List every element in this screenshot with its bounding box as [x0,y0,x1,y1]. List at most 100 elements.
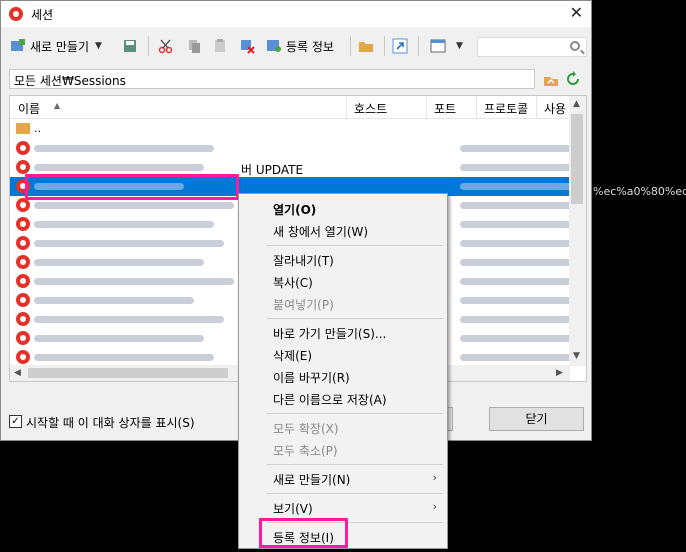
paste-icon[interactable] [212,36,228,56]
row-suffix-text: 버 UPDATE [241,163,304,177]
menu-item[interactable]: 새로 만들기(N) › [239,468,447,490]
menu-separator [267,245,443,246]
menu-item[interactable]: 삭제(E) [239,344,447,366]
scroll-right-icon[interactable]: ▶ [556,368,563,378]
list-item-name [34,160,204,173]
sort-asc-icon: ▲ [54,101,61,110]
column-protocol[interactable]: 프로토콜 [484,100,528,117]
vertical-scrollbar[interactable]: ▲ ▼ [569,96,586,366]
list-item-name [34,293,194,306]
view-button[interactable]: ▼ [430,36,463,56]
startup-checkbox-label: 시작할 때 이 대화 상자를 표시(S) [26,416,195,430]
startup-checkbox[interactable]: ✓ [9,415,22,428]
scroll-thumb[interactable] [571,114,583,204]
menu-item-label: 모두 확장(X) [273,422,339,436]
list-item-name [34,350,214,363]
view-icon [430,39,446,53]
submenu-arrow-icon: › [432,500,437,513]
scroll-thumb[interactable] [28,368,228,378]
path-bar[interactable]: 모든 세션₩Sessions [9,69,535,89]
session-icon [16,255,30,269]
properties-button[interactable]: 등록 정보 [266,36,334,56]
session-icon [16,217,30,231]
menu-item[interactable]: 새 창에서 열기(W) [239,220,447,242]
window-title: 세션 [31,8,54,22]
session-icon [16,350,30,364]
delete-icon[interactable] [239,36,255,56]
menu-item[interactable]: 잘라내기(T) [239,249,447,271]
menu-separator [267,318,443,319]
menu-item[interactable]: 보기(V) › [239,497,447,519]
chevron-down-icon[interactable]: ▼ [456,41,463,51]
session-icon [16,198,30,212]
session-icon [16,312,30,326]
close-icon[interactable]: ✕ [570,3,583,22]
search-input[interactable] [477,37,587,57]
menu-item-label: 새 창에서 열기(W) [273,225,369,239]
properties-icon [267,40,281,52]
menu-item[interactable]: 붙여넣기(P) [239,293,447,315]
cut-icon[interactable] [158,36,174,56]
menu-item[interactable]: 모두 축소(P) [239,439,447,461]
list-item-name [34,217,214,230]
copy-icon[interactable] [186,36,202,56]
menu-item[interactable]: 열기(O) [239,198,447,220]
app-logo-icon [9,7,23,21]
column-host[interactable]: 호스트 [354,100,387,117]
list-header: 이름 ▲ 호스트 포트 프로토콜 사용 [10,96,570,119]
menu-item-label: 모두 축소(P) [273,444,338,458]
session-icon [16,293,30,307]
menu-item-label: 보기(V) [273,502,313,516]
menu-item[interactable]: 모두 확장(X) [239,417,447,439]
chevron-down-icon[interactable]: ▼ [95,41,102,51]
scroll-down-icon[interactable]: ▼ [573,351,580,361]
close-button[interactable]: 닫기 [489,407,584,431]
column-port[interactable]: 포트 [434,100,456,117]
properties-label: 등록 정보 [286,39,334,54]
list-item-name: .. [34,122,41,135]
list-item-name [34,236,224,249]
menu-separator [267,413,443,414]
parent-folder-icon [16,123,30,134]
session-icon [16,141,30,155]
session-icon [16,274,30,288]
overflow-url-text: %ec%a0%80%ed% [593,185,686,198]
save-icon[interactable] [122,36,138,56]
list-item-name [34,274,234,287]
menu-separator [267,493,443,494]
list-item-name [34,331,204,344]
menu-item-label: 바로 가기 만들기(S)... [273,327,387,341]
refresh-icon[interactable] [565,71,581,87]
search-icon [570,41,580,51]
menu-item[interactable]: 다른 이름으로 저장(A) [239,388,447,410]
scroll-up-icon[interactable]: ▲ [573,99,580,109]
list-item-name [34,255,204,268]
menu-item-label: 다른 이름으로 저장(A) [273,393,387,407]
session-icon [16,236,30,250]
context-menu: 열기(O) 새 창에서 열기(W) 잘라내기(T) 복사(C) 붙여넣기(P) 바로 가기… [238,193,448,549]
menu-item[interactable]: 바로 가기 만들기(S)... [239,322,447,344]
menu-item[interactable]: 이름 바꾸기(R) [239,366,447,388]
list-item[interactable] [10,139,586,158]
submenu-arrow-icon: › [432,471,437,484]
column-name[interactable]: 이름 [18,100,40,117]
list-item-name [34,141,214,154]
home-folder-icon[interactable] [543,71,559,87]
session-icon [16,331,30,345]
new-session-icon [11,39,25,51]
folder-icon[interactable] [358,36,374,56]
menu-item-label: 새로 만들기(N) [273,473,351,487]
new-session-button[interactable]: 새로 만들기 ▼ [10,36,102,56]
new-session-label: 새로 만들기 [30,39,90,54]
menu-item-label: 이름 바꾸기(R) [273,371,350,385]
list-item[interactable]: .. [10,120,570,139]
menu-item-label: 열기(O) [273,203,317,217]
menu-item-label: 삭제(E) [273,349,313,363]
column-user[interactable]: 사용 [544,100,566,117]
shortcut-icon[interactable] [392,36,408,56]
menu-separator [267,464,443,465]
scroll-left-icon[interactable]: ◀ [14,368,21,378]
menu-item[interactable]: 복사(C) [239,271,447,293]
menu-item-label: 잘라내기(T) [273,254,334,268]
menu-item-label: 붙여넣기(P) [273,298,334,312]
